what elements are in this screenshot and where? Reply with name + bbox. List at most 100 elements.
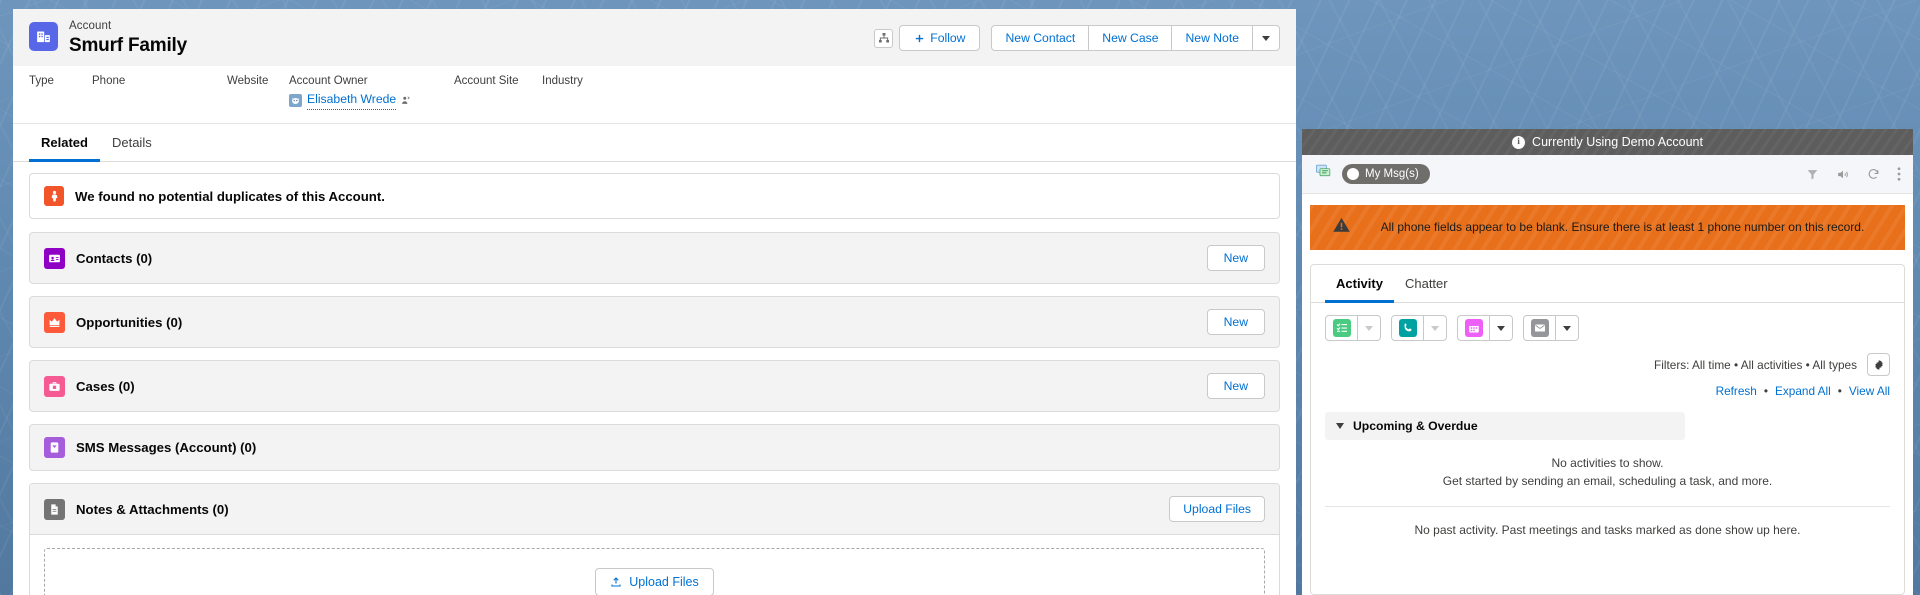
messages-toolbar: My Msg(s): [1302, 155, 1913, 194]
log-call-caret[interactable]: [1424, 315, 1447, 341]
separator: •: [1837, 384, 1842, 398]
field-account-owner: Account Owner Elisabeth Wrede: [289, 73, 454, 110]
hierarchy-icon[interactable]: [874, 28, 894, 48]
demo-account-banner: i Currently Using Demo Account: [1302, 129, 1913, 155]
view-all-link[interactable]: View All: [1849, 384, 1890, 398]
my-messages-pill[interactable]: My Msg(s): [1342, 164, 1430, 184]
new-case-button[interactable]: New Case: [1088, 25, 1173, 51]
related-lists-container: We found no potential duplicates of this…: [13, 162, 1296, 595]
file-icon: [44, 498, 65, 520]
warning-icon: [1332, 216, 1351, 238]
upload-files-label: Upload Files: [629, 575, 699, 589]
tab-details[interactable]: Details: [100, 124, 164, 162]
new-event-caret[interactable]: [1490, 315, 1513, 341]
related-list-opportunities[interactable]: Opportunities (0) New: [29, 296, 1280, 348]
upload-icon: [611, 577, 621, 587]
call-icon: [1398, 319, 1417, 337]
account-icon: [29, 22, 58, 51]
new-task-caret[interactable]: [1358, 315, 1381, 341]
more-actions-button[interactable]: [1252, 25, 1280, 51]
empty-line-1: No activities to show.: [1551, 456, 1664, 470]
change-owner-icon[interactable]: [401, 95, 411, 106]
field-label: Website: [227, 75, 269, 87]
empty-line-2: Get started by sending an email, schedul…: [1442, 474, 1773, 488]
follow-button[interactable]: Follow: [899, 25, 981, 51]
record-titles: Account Smurf Family: [69, 19, 187, 57]
upcoming-overdue-section[interactable]: Upcoming & Overdue: [1325, 412, 1685, 440]
new-event-button-group: [1457, 315, 1513, 341]
upload-files-header-button[interactable]: Upload Files: [1169, 496, 1265, 522]
send-email-caret[interactable]: [1556, 315, 1579, 341]
activity-panel: Activity Chatter Filters: All time • All…: [1310, 264, 1905, 595]
field-label: Industry: [542, 75, 583, 87]
related-list-title: Contacts (0): [76, 250, 153, 266]
upload-files-button[interactable]: Upload Files: [595, 568, 714, 595]
field-type: Type: [29, 73, 92, 110]
field-label: Account Owner: [289, 75, 368, 87]
case-icon: [44, 375, 65, 397]
status-dot: [1347, 168, 1359, 180]
more-vertical-icon[interactable]: [1897, 167, 1901, 181]
object-label: Account: [69, 20, 112, 32]
duplicate-check-card: We found no potential duplicates of this…: [29, 173, 1280, 219]
notes-header[interactable]: Notes & Attachments (0) Upload Files: [30, 484, 1279, 535]
separator: •: [1763, 384, 1769, 398]
new-opportunity-button[interactable]: New: [1206, 309, 1265, 335]
account-record-window: Account Smurf Family Follow New Contact: [13, 9, 1296, 595]
related-list-title: SMS Messages (Account) (0): [76, 440, 257, 455]
tab-activity[interactable]: Activity: [1325, 265, 1394, 303]
chevron-down-icon: [1563, 325, 1571, 331]
record-action-button-group: New Contact New Case New Note: [991, 25, 1280, 51]
merge-icon: [44, 186, 64, 206]
tab-related[interactable]: Related: [29, 124, 100, 162]
new-note-button[interactable]: New Note: [1171, 25, 1253, 51]
log-call-button[interactable]: [1391, 315, 1424, 341]
send-email-button[interactable]: [1523, 315, 1556, 341]
field-website: Website: [227, 73, 289, 110]
refresh-link[interactable]: Refresh: [1716, 384, 1757, 398]
console-body: My Msg(s) All phone fields appear to be …: [1302, 155, 1913, 595]
duplicate-message: We found no potential duplicates of this…: [75, 188, 385, 204]
log-call-button-group: [1391, 315, 1447, 341]
new-contact-button[interactable]: New Contact: [991, 25, 1090, 51]
my-messages-label: My Msg(s): [1365, 168, 1419, 180]
chevron-down-icon: [1365, 325, 1373, 331]
messages-icon[interactable]: [1314, 163, 1333, 185]
related-list-sms-messages[interactable]: SMS Messages (Account) (0): [29, 424, 1280, 471]
sms-icon: [44, 437, 65, 458]
field-label: Phone: [92, 75, 126, 87]
plus-icon: [916, 34, 924, 42]
field-phone: Phone: [92, 73, 227, 110]
new-task-button[interactable]: [1325, 315, 1358, 341]
tab-chatter[interactable]: Chatter: [1394, 265, 1459, 303]
file-dropzone[interactable]: Upload Files Or drop files: [44, 548, 1265, 595]
new-case-related-button[interactable]: New: [1206, 373, 1265, 399]
expand-all-link[interactable]: Expand All: [1775, 384, 1831, 398]
info-icon: i: [1512, 135, 1526, 149]
contact-icon: [44, 247, 65, 269]
warning-text: All phone fields appear to be blank. Ens…: [1380, 220, 1865, 234]
related-list-contacts[interactable]: Contacts (0) New: [29, 232, 1280, 284]
record-tab-strip: Related Details: [13, 124, 1296, 162]
event-icon: [1464, 319, 1483, 337]
task-icon: [1332, 319, 1351, 337]
new-contact-related-button[interactable]: New: [1206, 245, 1265, 271]
activity-tab-strip: Activity Chatter: [1311, 265, 1904, 303]
avatar: [289, 93, 302, 107]
opportunity-icon: [44, 311, 65, 333]
demo-banner-text: Currently Using Demo Account: [1532, 135, 1703, 149]
refresh-icon[interactable]: [1867, 168, 1880, 181]
related-list-cases[interactable]: Cases (0) New: [29, 360, 1280, 412]
email-icon: [1530, 319, 1549, 337]
new-event-button[interactable]: [1457, 315, 1490, 341]
gear-icon[interactable]: [1867, 353, 1890, 376]
notes-title: Notes & Attachments (0): [76, 501, 229, 517]
sound-icon[interactable]: [1836, 168, 1850, 181]
console-side-panel: i Currently Using Demo Account My Msg(s): [1302, 129, 1913, 595]
related-list-title: Cases (0): [76, 378, 135, 394]
account-owner-link[interactable]: Elisabeth Wrede: [307, 90, 397, 110]
field-industry: Industry: [542, 73, 583, 110]
chevron-down-icon: [1262, 35, 1270, 41]
activity-action-buttons: [1311, 303, 1904, 341]
filter-icon[interactable]: [1806, 168, 1819, 181]
